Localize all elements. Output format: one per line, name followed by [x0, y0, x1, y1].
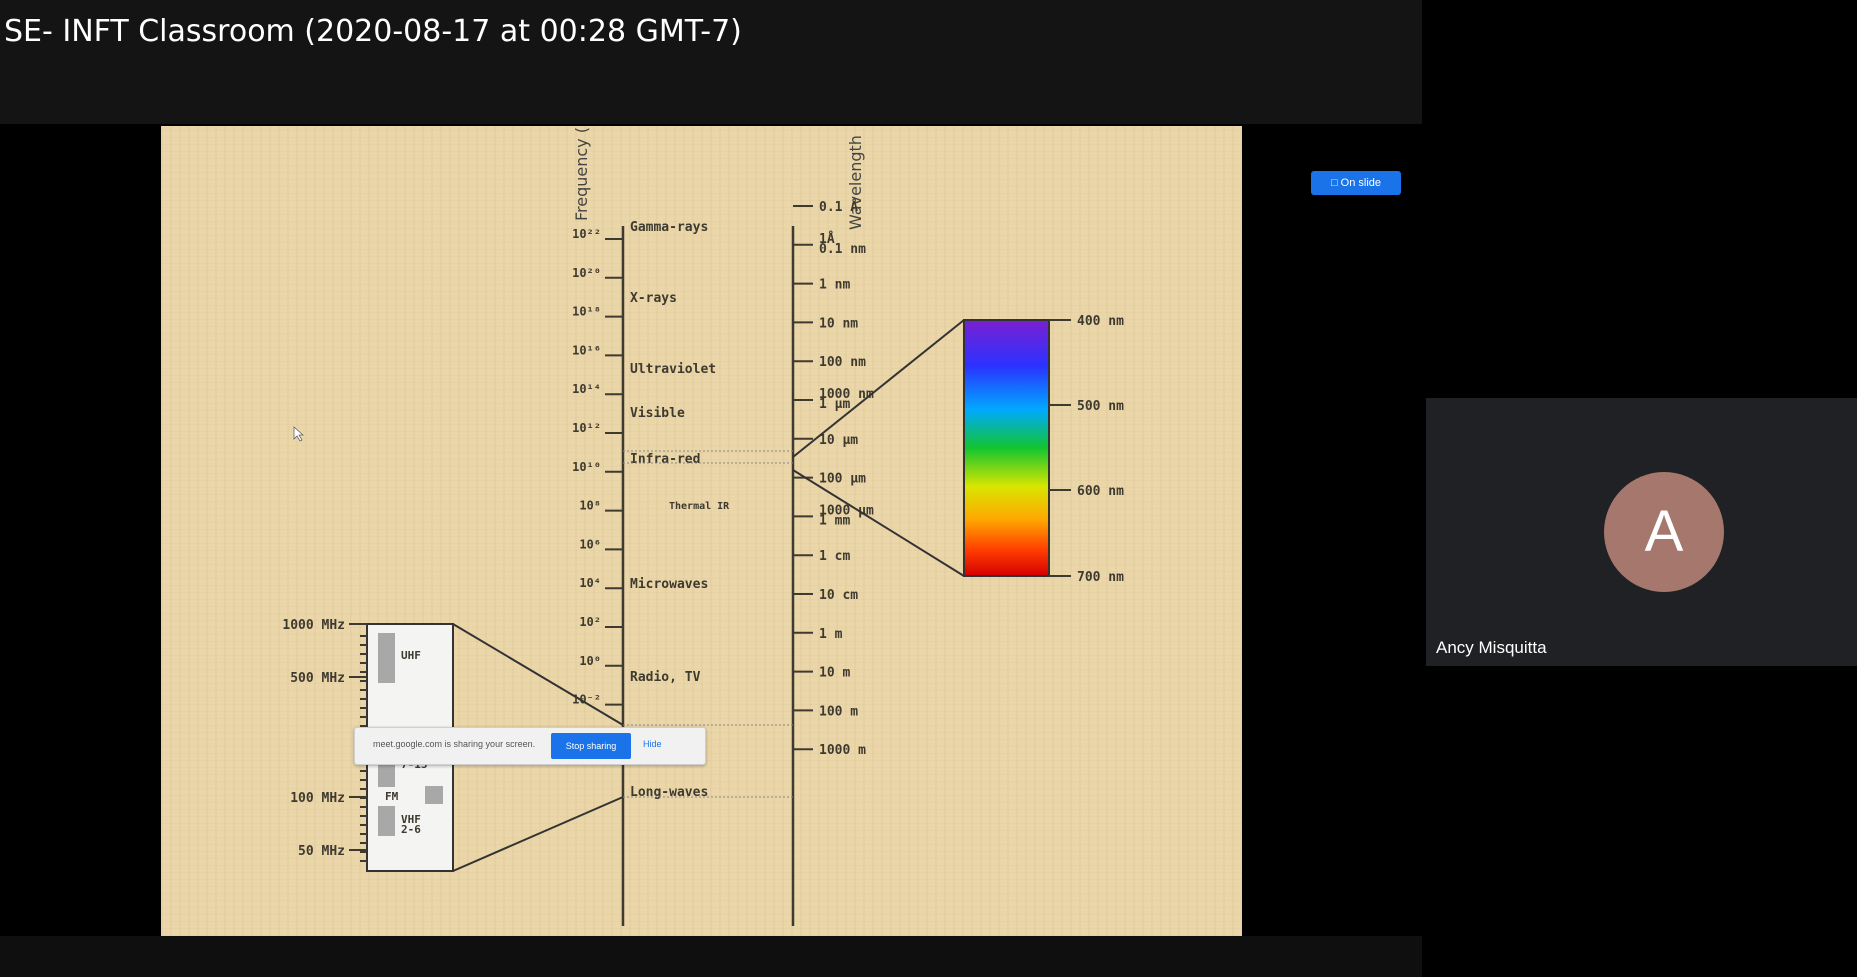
- avatar: A: [1604, 472, 1724, 592]
- frequency-tick-label: 10¹²: [572, 421, 601, 435]
- wavelength-tick-label: 100 nm: [819, 355, 866, 370]
- band-label: Visible: [630, 406, 685, 421]
- band-label: Thermal IR: [669, 501, 730, 512]
- screen-share-banner: meet.google.com is sharing your screen. …: [354, 727, 706, 765]
- wavelength-tick-label: 0.1 Å: [819, 199, 858, 215]
- wavelength-tick-label: 1 m: [819, 627, 843, 642]
- meeting-title: SE- INFT Classroom (2020-08-17 at 00:28 …: [4, 14, 742, 49]
- stop-sharing-button[interactable]: Stop sharing: [551, 733, 631, 759]
- radio-tick-label: 50 MHz: [298, 844, 345, 859]
- radio-band-label: VHF 2-6: [401, 813, 421, 836]
- visible-tick-label: 500 nm: [1077, 399, 1124, 414]
- spectrum-diagram: Frequency (Hz) Wavelength 10²²10²⁰10¹⁸10…: [282, 126, 1124, 926]
- band-label: Long-waves: [630, 785, 708, 800]
- frequency-tick-label: 10¹⁸: [572, 305, 601, 319]
- frequency-tick-label: 10²: [579, 615, 601, 629]
- radio-tick-label: 500 MHz: [290, 671, 345, 686]
- radio-tick-label: 100 MHz: [290, 791, 345, 806]
- badge-label: On slide: [1340, 177, 1382, 189]
- visible-ticks: 400 nm 500 nm 600 nm 700 nm: [1049, 314, 1124, 585]
- wavelength-tick-label: 10 nm: [819, 316, 858, 331]
- fm-block: [425, 786, 443, 804]
- frequency-tick-label: 10¹⁰: [572, 460, 601, 474]
- frequency-tick-label: 10²²: [572, 227, 601, 241]
- participant-name: Ancy Misquitta: [1436, 638, 1547, 657]
- share-banner-message: meet.google.com is sharing your screen.: [373, 739, 536, 749]
- visible-tick-label: 400 nm: [1077, 314, 1124, 329]
- frequency-tick-label: 10⁸: [579, 499, 601, 513]
- uhf-block: [378, 633, 395, 683]
- wavelength-tick-label: 10 cm: [819, 588, 858, 603]
- bottom-bar: [0, 936, 1422, 977]
- wavelength-axis-title: Wavelength: [846, 135, 865, 230]
- wavelength-tick-label: 1 nm: [819, 278, 850, 293]
- band-label: Infra-red: [630, 452, 700, 467]
- radio-band-label: UHF: [401, 649, 421, 662]
- visible-spectrum-bar: [963, 319, 1050, 577]
- frequency-axis-title: Frequency (Hz): [572, 126, 591, 221]
- band-label: Gamma-rays: [630, 220, 708, 235]
- hide-banner-button[interactable]: Hide: [643, 739, 662, 749]
- visible-tick-label: 600 nm: [1077, 484, 1124, 499]
- participant-tile[interactable]: A Ancy Misquitta: [1426, 398, 1857, 666]
- wavelength-tick-label: 10 m: [819, 666, 850, 681]
- title-bar: SE- INFT Classroom (2020-08-17 at 00:28 …: [0, 0, 1422, 124]
- wavelength-tick-label: 100 µm: [819, 472, 866, 487]
- frequency-tick-label: 10¹⁶: [572, 343, 601, 357]
- radio-connector-bottom: [452, 796, 624, 872]
- vhf-low-block: [378, 806, 395, 836]
- wavelength-tick-label: 1 cm: [819, 549, 850, 564]
- radio-band-label: FM: [385, 790, 399, 803]
- band-labels: Gamma-rays X-rays Ultraviolet Visible Infra-…: [630, 220, 730, 800]
- frequency-tick-label: 10⁶: [579, 537, 601, 551]
- wavelength-tick-label: 10 µm: [819, 433, 858, 448]
- visible-tick-label: 700 nm: [1077, 570, 1124, 585]
- frequency-tick-label: 10¹⁴: [572, 382, 601, 396]
- band-label: Radio, TV: [630, 670, 701, 685]
- mouse-cursor-icon: [293, 426, 304, 442]
- on-slide-badge[interactable]: □ On slide: [1311, 171, 1401, 195]
- wavelength-tick-label: 1000 m: [819, 743, 866, 758]
- band-label: Ultraviolet: [630, 362, 716, 377]
- bell-icon: □: [1330, 177, 1338, 189]
- band-label: Microwaves: [630, 577, 708, 592]
- frequency-tick-label: 10⁰: [579, 654, 601, 668]
- wavelength-tick-label: 100 m: [819, 704, 858, 719]
- wavelength-tick-label: 1Å 0.1 nm: [819, 231, 866, 257]
- radio-connector-top: [452, 623, 624, 726]
- band-label: X-rays: [630, 291, 677, 306]
- frequency-tick-label: 10²⁰: [572, 266, 601, 280]
- radio-tick-label: 1000 MHz: [282, 618, 345, 633]
- frequency-tick-label: 10⁴: [579, 576, 601, 590]
- presented-slide: Frequency (Hz) Wavelength 10²² 10²⁰ 10¹⁸ 10…: [161, 126, 1242, 936]
- frequency-ticks: 10²² 10²⁰ 10¹⁸ 10¹⁶ 10¹⁴ 10¹² 10¹⁰ 10⁸ 10⁶ 10⁴ 10²…: [572, 227, 623, 707]
